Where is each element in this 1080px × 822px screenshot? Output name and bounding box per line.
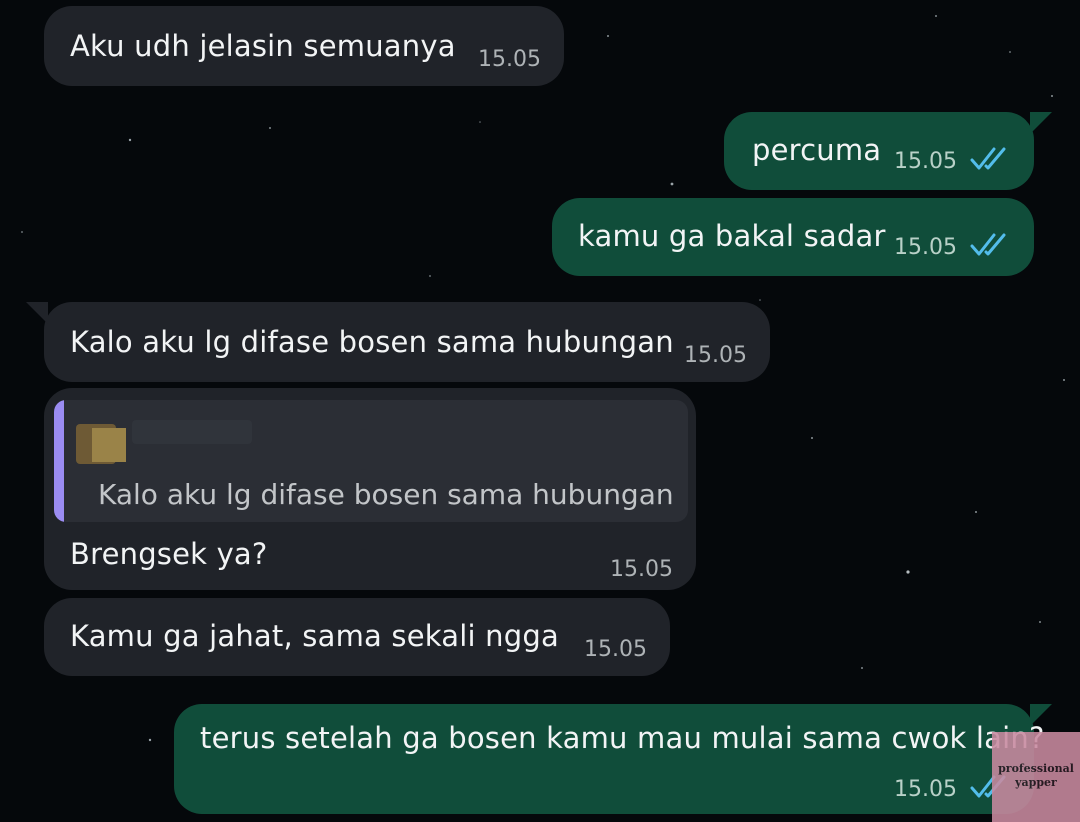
incoming-message[interactable]: Kalo aku lg difase bosen sama hubungan 1… [26,302,770,382]
message-text: Kamu ga jahat, sama sekali ngga [70,619,559,653]
incoming-message[interactable]: Kamu ga jahat, sama sekali ngga 15.05 [44,598,670,676]
quote-avatar-image [92,428,126,462]
quoted-text: Kalo aku lg difase bosen sama hubungan [98,478,674,511]
quote-sender-name-redacted [132,420,252,444]
message-time: 15.05 [478,47,541,72]
double-check-icon [970,233,1006,256]
incoming-reply-message[interactable]: Kalo aku lg difase bosen sama hubungan B… [44,388,696,590]
message-time: 15.05 [584,637,647,662]
watermark-line-1: professional [998,762,1074,775]
message-time: 15.05 [894,777,957,802]
message-time: 15.05 [684,343,747,368]
message-text: Brengsek ya? [70,537,268,571]
quote-accent-bar [54,400,64,522]
message-text: kamu ga bakal sadar [578,219,886,253]
outgoing-message[interactable]: percuma 15.05 [724,112,1052,190]
message-text: Aku udh jelasin semuanya [70,29,456,63]
message-text: Kalo aku lg difase bosen sama hubungan [70,325,674,359]
message-time: 15.05 [894,235,957,260]
message-time: 15.05 [894,149,957,174]
message-time: 15.05 [610,557,673,582]
double-check-icon [970,147,1006,170]
message-text: percuma [752,133,882,167]
bubble-tail [26,302,48,324]
outgoing-message[interactable]: kamu ga bakal sadar 15.05 [552,198,1034,276]
bubble-tail [1030,112,1052,134]
message-text: terus setelah ga bosen kamu mau mulai sa… [200,721,1045,755]
watermark-line-2: yapper [1015,776,1057,789]
watermark: professional yapper [992,732,1080,822]
quoted-message[interactable]: Kalo aku lg difase bosen sama hubungan [54,400,688,522]
incoming-message[interactable]: Aku udh jelasin semuanya 15.05 [44,6,564,86]
outgoing-message[interactable]: terus setelah ga bosen kamu mau mulai sa… [174,704,1052,814]
